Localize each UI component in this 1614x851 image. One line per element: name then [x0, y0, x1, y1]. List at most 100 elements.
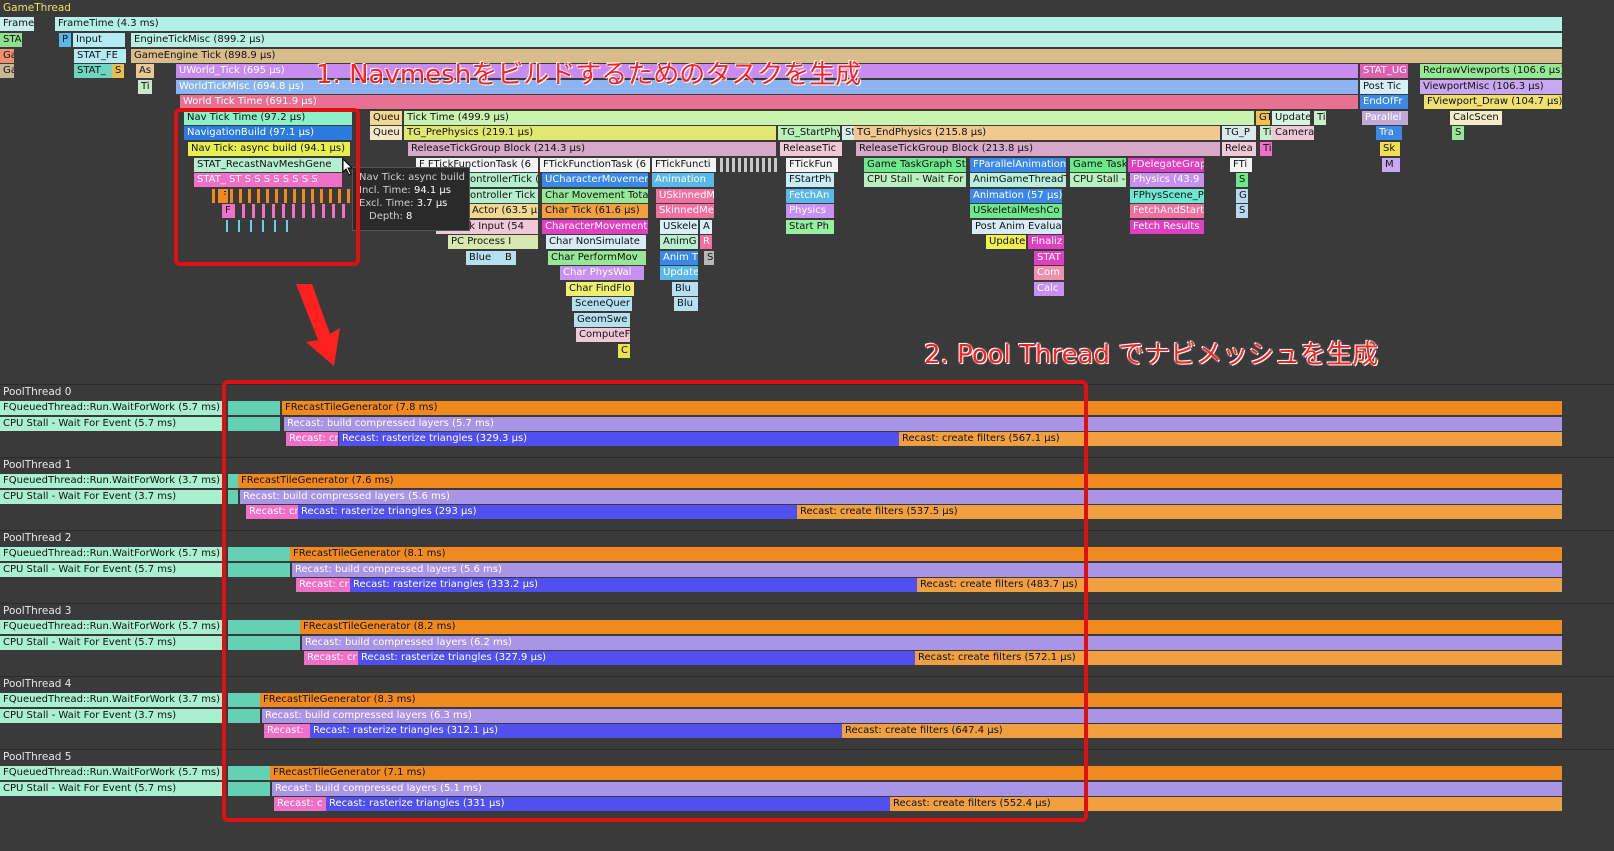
event-tg-startphy[interactable]: TG_StartPhy: [778, 126, 840, 140]
event-ti-7[interactable]: Ti: [1260, 126, 1272, 140]
event-char-non-simulate[interactable]: Char NonSimulate: [546, 235, 646, 249]
event-world-tick-time[interactable]: World Tick Time (691.9 µs): [180, 95, 1358, 109]
event-frame[interactable]: Frame: [0, 17, 34, 31]
event-ga-1[interactable]: Ga: [0, 49, 14, 63]
event-stat-ug[interactable]: STAT_UG: [1360, 64, 1408, 78]
track-header-poolthread[interactable]: PoolThread 3: [0, 604, 71, 618]
event-fetch-an[interactable]: FetchAn: [786, 189, 834, 203]
event-wait-for-work[interactable]: FQueuedThread::Run.WaitForWork (5.7 ms): [0, 401, 222, 415]
event-ti[interactable]: Ti: [138, 80, 152, 94]
event-engine-tick-misc[interactable]: EngineTickMisc (899.2 µs): [131, 33, 1562, 47]
event-relea[interactable]: Relea: [1222, 142, 1256, 156]
event-animation-57[interactable]: Animation (57 µs): [970, 189, 1062, 203]
event-stat-fe[interactable]: STAT_FE: [74, 49, 126, 63]
event-fetch-results[interactable]: Fetch Results: [1130, 220, 1204, 234]
event-fti[interactable]: FTi: [1230, 158, 1252, 172]
event-s-15[interactable]: S: [704, 251, 714, 265]
event-wait-for-work[interactable]: FQueuedThread::Run.WaitForWork (3.7 ms): [0, 474, 222, 488]
event-cpu-stall[interactable]: CPU Stall - Wait For Event (5.7 ms): [0, 636, 222, 650]
event-fphysscene[interactable]: FPhysScene_P: [1130, 189, 1204, 203]
event-ti-8[interactable]: Ti: [1260, 142, 1272, 156]
track-header-poolthread[interactable]: PoolThread 4: [0, 677, 71, 691]
event-cpu-stall-2[interactable]: CPU Stall -: [1070, 173, 1126, 187]
event-release-tick-group-1[interactable]: ReleaseTickGroup Block (214.3 µs): [408, 142, 776, 156]
event-a[interactable]: A: [700, 220, 712, 234]
event-pc-process[interactable]: PC Process I: [448, 235, 538, 249]
event-anim-g[interactable]: AnimG: [660, 235, 698, 249]
event-physics-43[interactable]: Physics (43.9: [1130, 173, 1204, 187]
event-queu-2[interactable]: Queu: [370, 126, 402, 140]
event-input[interactable]: Input: [73, 33, 125, 47]
event-fstartph[interactable]: FStartPh: [786, 173, 834, 187]
event-scene-quer[interactable]: SceneQuer: [572, 297, 632, 311]
event-uskeletal-mesh[interactable]: USkeletalMeshCo: [970, 204, 1062, 218]
event-ucharacter-movement[interactable]: UCharacterMovemen: [542, 173, 648, 187]
event-frame-time[interactable]: FrameTime (4.3 ms): [55, 17, 1562, 31]
event-uskele[interactable]: USkele: [660, 220, 698, 234]
event-controller-tick-2[interactable]: Controller Tick: [460, 189, 538, 203]
event-post-tic[interactable]: Post Tic: [1360, 80, 1408, 94]
event-animation[interactable]: Animation: [652, 173, 714, 187]
event-physics-12[interactable]: Physics: [786, 204, 834, 218]
event-g[interactable]: G: [1236, 189, 1248, 203]
event-r[interactable]: R: [700, 235, 712, 249]
event-tick-time[interactable]: Tick Time (499.9 µs): [404, 111, 1254, 125]
event-b[interactable]: B: [502, 251, 516, 265]
event-tg-endphysics[interactable]: TG_EndPhysics (215.8 µs): [854, 126, 1220, 140]
event-wait-for-work[interactable]: FQueuedThread::Run.WaitForWork (5.7 ms): [0, 620, 222, 634]
event-char-tick[interactable]: Char Tick (61.6 µs): [542, 204, 648, 218]
event-queu-1[interactable]: Queu: [370, 111, 402, 125]
event-anim-game-thread[interactable]: AnimGameThreadT: [970, 173, 1066, 187]
event-fparallel-animation[interactable]: FParallelAnimation: [970, 158, 1066, 172]
event-ga-2[interactable]: Ga: [0, 64, 14, 78]
event-blue[interactable]: Blue: [466, 251, 502, 265]
event-stat[interactable]: STAT_: [74, 64, 112, 78]
event-char-movement-tota[interactable]: Char Movement Tota: [542, 189, 648, 203]
event-c[interactable]: C: [618, 344, 630, 358]
event-cpu-stall[interactable]: CPU Stall - Wait For Event (5.7 ms): [0, 782, 222, 796]
event-fetch-and-start[interactable]: FetchAndStart: [1130, 204, 1204, 218]
event-ftick-task-2[interactable]: FTickFunctionTask (6: [540, 158, 650, 172]
event-parallel[interactable]: Parallel: [1362, 111, 1408, 125]
event-sta[interactable]: STA: [0, 33, 22, 47]
event-p[interactable]: P: [59, 33, 71, 47]
event-m[interactable]: M: [1382, 158, 1400, 172]
event-cpu-stall[interactable]: CPU Stall - Wait For Event (3.7 ms): [0, 709, 222, 723]
event-game-task-graph[interactable]: Game TaskGraph St: [864, 158, 966, 172]
event-game-task[interactable]: Game Task: [1070, 158, 1126, 172]
event-calc-scen[interactable]: CalcScen: [1450, 111, 1502, 125]
track-header-poolthread[interactable]: PoolThread 0: [0, 385, 71, 399]
event-stat-15[interactable]: STAT: [1034, 251, 1064, 265]
event-s[interactable]: S: [112, 64, 124, 78]
event-update-16[interactable]: Update: [660, 266, 698, 280]
event-s-12[interactable]: S: [1236, 204, 1248, 218]
event-ftick-fun[interactable]: FTickFun: [786, 158, 838, 172]
event-as[interactable]: As: [136, 64, 154, 78]
event-blu-18[interactable]: Blu: [674, 297, 698, 311]
event-k-actor[interactable]: k Actor (63.5 µ: [460, 204, 538, 218]
track-header-gamethread[interactable]: GameThread: [0, 1, 71, 15]
event-finaliz[interactable]: Finaliz: [1028, 235, 1064, 249]
event-cpu-stall[interactable]: CPU Stall - Wait For Event (5.7 ms): [0, 563, 222, 577]
event-sk[interactable]: Sk: [1380, 142, 1400, 156]
event-fdelegate-grap[interactable]: FDelegateGrap: [1128, 158, 1204, 172]
event-com[interactable]: Com: [1034, 266, 1064, 280]
event-viewport-misc[interactable]: ViewportMisc (106.3 µs): [1420, 80, 1562, 94]
event-cpu-stall-wait[interactable]: CPU Stall - Wait For: [864, 173, 966, 187]
event-st[interactable]: St: [842, 126, 854, 140]
event-end-of-fr[interactable]: EndOfFr: [1360, 95, 1408, 109]
track-header-poolthread[interactable]: PoolThread 5: [0, 750, 71, 764]
event-char-perform-mov[interactable]: Char PerformMov: [548, 251, 646, 265]
event-anim-t[interactable]: Anim T: [660, 251, 698, 265]
event-geom-swe[interactable]: GeomSwe: [574, 313, 630, 327]
event-post-anim-evaluat[interactable]: Post Anim Evaluat: [972, 220, 1062, 234]
event-cpu-stall[interactable]: CPU Stall - Wait For Event (3.7 ms): [0, 490, 222, 504]
event-tg-p[interactable]: TG_P: [1222, 126, 1256, 140]
event-blu-17[interactable]: Blu: [672, 282, 698, 296]
event-redraw-viewports[interactable]: RedrawViewports (106.6 µs): [1420, 64, 1562, 78]
event-controller-tick-1[interactable]: ControllerTick (: [460, 173, 538, 187]
track-header-poolthread[interactable]: PoolThread 2: [0, 531, 71, 545]
event-s-10[interactable]: S: [1236, 173, 1248, 187]
track-header-poolthread[interactable]: PoolThread 1: [0, 458, 71, 472]
event-char-phys-wal[interactable]: Char PhysWal: [560, 266, 644, 280]
